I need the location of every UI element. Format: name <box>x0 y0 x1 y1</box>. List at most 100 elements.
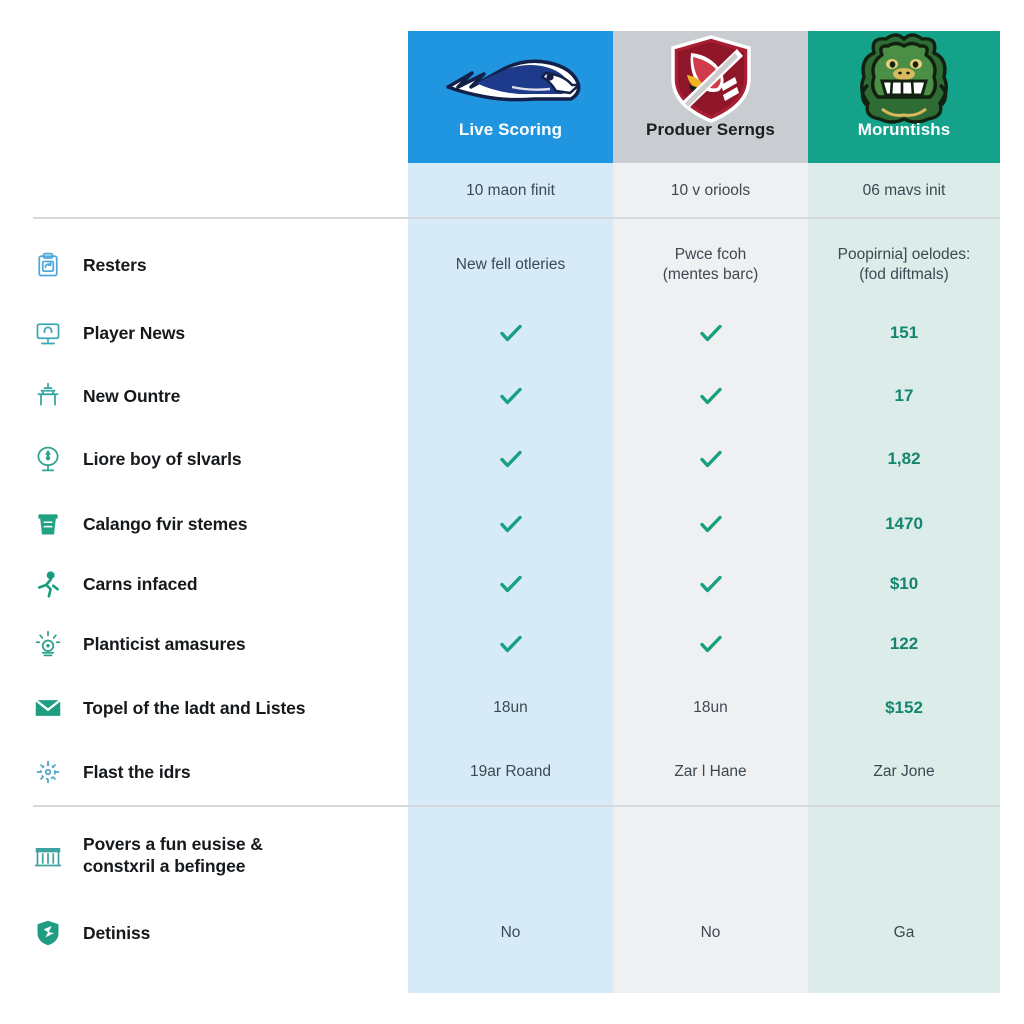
row-label-cell: New Ountre <box>0 381 408 411</box>
shield-crest-logo <box>613 35 808 123</box>
cell-value: New fell otleries <box>455 255 566 273</box>
cell-col-live-scoring: New fell otleries <box>408 233 613 297</box>
cell-value: Pwce fcoh (mentes barc) <box>662 245 759 283</box>
cup-drink-icon <box>33 509 63 539</box>
row-label-text: Player News <box>83 322 186 343</box>
row-label-cell: Detiniss <box>0 918 408 948</box>
cell-col-moruntishs: 17 <box>808 368 1000 424</box>
check-icon <box>613 496 808 552</box>
column-title: Produer Serngs <box>646 120 775 139</box>
row-label-text: Flast the idrs <box>83 761 191 782</box>
cell-value: 17 <box>894 385 914 405</box>
row-label-text: Povers a fun eusise & constxril a befinge… <box>83 833 263 876</box>
cell-col-produer-serngs <box>613 823 808 887</box>
cell-value: No <box>500 923 521 941</box>
cell-col-produer-serngs: Pwce fcoh (mentes barc) <box>613 233 808 297</box>
cell-value: Poopirnia] oelodes: (fod diftmals) <box>837 245 971 283</box>
row-label-cell: Resters <box>0 250 408 280</box>
check-icon <box>408 556 613 612</box>
table-row: New Ountre 17 <box>0 368 1024 424</box>
table-row: Planticist amasures 122 <box>0 616 1024 672</box>
row-label-text: New Ountre <box>83 385 181 406</box>
check-icon <box>613 368 808 424</box>
column-header-live-scoring[interactable]: Live Scoring <box>408 31 613 163</box>
row-label-text: Resters <box>83 254 147 275</box>
cell-col-live-scoring <box>408 823 613 887</box>
check-icon <box>408 496 613 552</box>
cell-value: 151 <box>889 322 919 342</box>
row-label-cell: Topel of the ladt and Listes <box>0 693 408 723</box>
cell-col-live-scoring: 19ar Roand <box>408 744 613 800</box>
table-row: Resters New fell otleries Pwce fcoh (mentes… <box>0 233 1024 297</box>
cell-value: $152 <box>885 697 923 717</box>
check-icon <box>613 556 808 612</box>
table-row: Liore boy of slvarls 1,82 <box>0 431 1024 487</box>
column-header-moruntishs[interactable]: Moruntishs <box>808 31 1000 163</box>
running-person-icon <box>33 569 63 599</box>
bank-building-icon <box>33 840 63 870</box>
table-lamp-icon <box>33 381 63 411</box>
cell-col-moruntishs: 151 <box>808 305 1000 361</box>
monitor-icon <box>33 318 63 348</box>
column-subtitle-moruntishs: 06 mavs init <box>862 181 946 199</box>
cell-col-produer-serngs: 18un <box>613 680 808 736</box>
cell-col-produer-serngs: Zar l Hane <box>613 744 808 800</box>
cell-col-moruntishs: 1470 <box>808 496 1000 552</box>
clipboard-refresh-icon <box>33 250 63 280</box>
row-label-text: Planticist amasures <box>83 633 246 654</box>
divider-bottom <box>33 805 1000 807</box>
cell-col-moruntishs <box>808 823 1000 887</box>
cell-value: Zar l Hane <box>674 762 747 780</box>
check-icon <box>408 431 613 487</box>
row-label-cell: Planticist amasures <box>0 629 408 659</box>
cell-col-moruntishs: 1,82 <box>808 431 1000 487</box>
column-subtitle-produer-serngs: 10 v oriools <box>670 181 751 199</box>
cell-value: No <box>700 923 721 941</box>
table-row: Povers a fun eusise & constxril a befinge… <box>0 823 1024 887</box>
row-label-cell: Player News <box>0 318 408 348</box>
cell-col-live-scoring: 18un <box>408 680 613 736</box>
row-label-text: Detiniss <box>83 922 151 943</box>
microscope-circle-icon <box>33 444 63 474</box>
table-row: Topel of the ladt and Listes 18un 18un $152 <box>0 680 1024 736</box>
row-label-text: Carns infaced <box>83 573 198 594</box>
cell-col-moruntishs: Poopirnia] oelodes: (fod diftmals) <box>808 233 1000 297</box>
check-icon <box>408 616 613 672</box>
cell-value: $10 <box>889 573 919 593</box>
check-icon <box>613 305 808 361</box>
gator-mascot-logo <box>808 33 1000 124</box>
idea-bulb-icon <box>33 629 63 659</box>
check-icon <box>408 368 613 424</box>
row-label-cell: Carns infaced <box>0 569 408 599</box>
cell-col-produer-serngs: No <box>613 905 808 961</box>
row-label-text: Calango fvir stemes <box>83 513 248 534</box>
cell-value: 18un <box>493 698 528 716</box>
row-label-cell: Povers a fun eusise & constxril a befinge… <box>0 833 408 878</box>
column-header-produer-serngs[interactable]: Produer Serngs <box>613 31 808 163</box>
row-label-text: Liore boy of slvarls <box>83 448 242 469</box>
row-label-cell: Flast the idrs <box>0 757 408 787</box>
table-row: Flast the idrs 19ar Roand Zar l Hane Zar Jo… <box>0 744 1024 800</box>
eagle-mascot-logo <box>408 37 613 121</box>
shield-icon <box>33 918 63 948</box>
cell-col-moruntishs: $10 <box>808 556 1000 612</box>
column-title: Live Scoring <box>458 120 563 139</box>
cell-col-moruntishs: 122 <box>808 616 1000 672</box>
row-label-cell: Calango fvir stemes <box>0 509 408 539</box>
table-row: Carns infaced $10 <box>0 556 1024 612</box>
check-icon <box>613 431 808 487</box>
cell-value: Zar Jone <box>873 762 935 780</box>
cell-col-moruntishs: Zar Jone <box>808 744 1000 800</box>
cell-col-moruntishs: Ga <box>808 905 1000 961</box>
column-subtitle-live-scoring: 10 maon finit <box>466 181 555 199</box>
cell-value: 18un <box>693 698 728 716</box>
table-row: Player News 151 <box>0 305 1024 361</box>
row-label-cell: Liore boy of slvarls <box>0 444 408 474</box>
column-title: Moruntishs <box>857 120 951 139</box>
cell-value: Ga <box>893 923 915 941</box>
table-row: Calango fvir stemes 1470 <box>0 496 1024 552</box>
cell-col-live-scoring: No <box>408 905 613 961</box>
row-label-text: Topel of the ladt and Listes <box>83 697 306 718</box>
cell-value: 122 <box>889 633 919 653</box>
cell-col-moruntishs: $152 <box>808 680 1000 736</box>
